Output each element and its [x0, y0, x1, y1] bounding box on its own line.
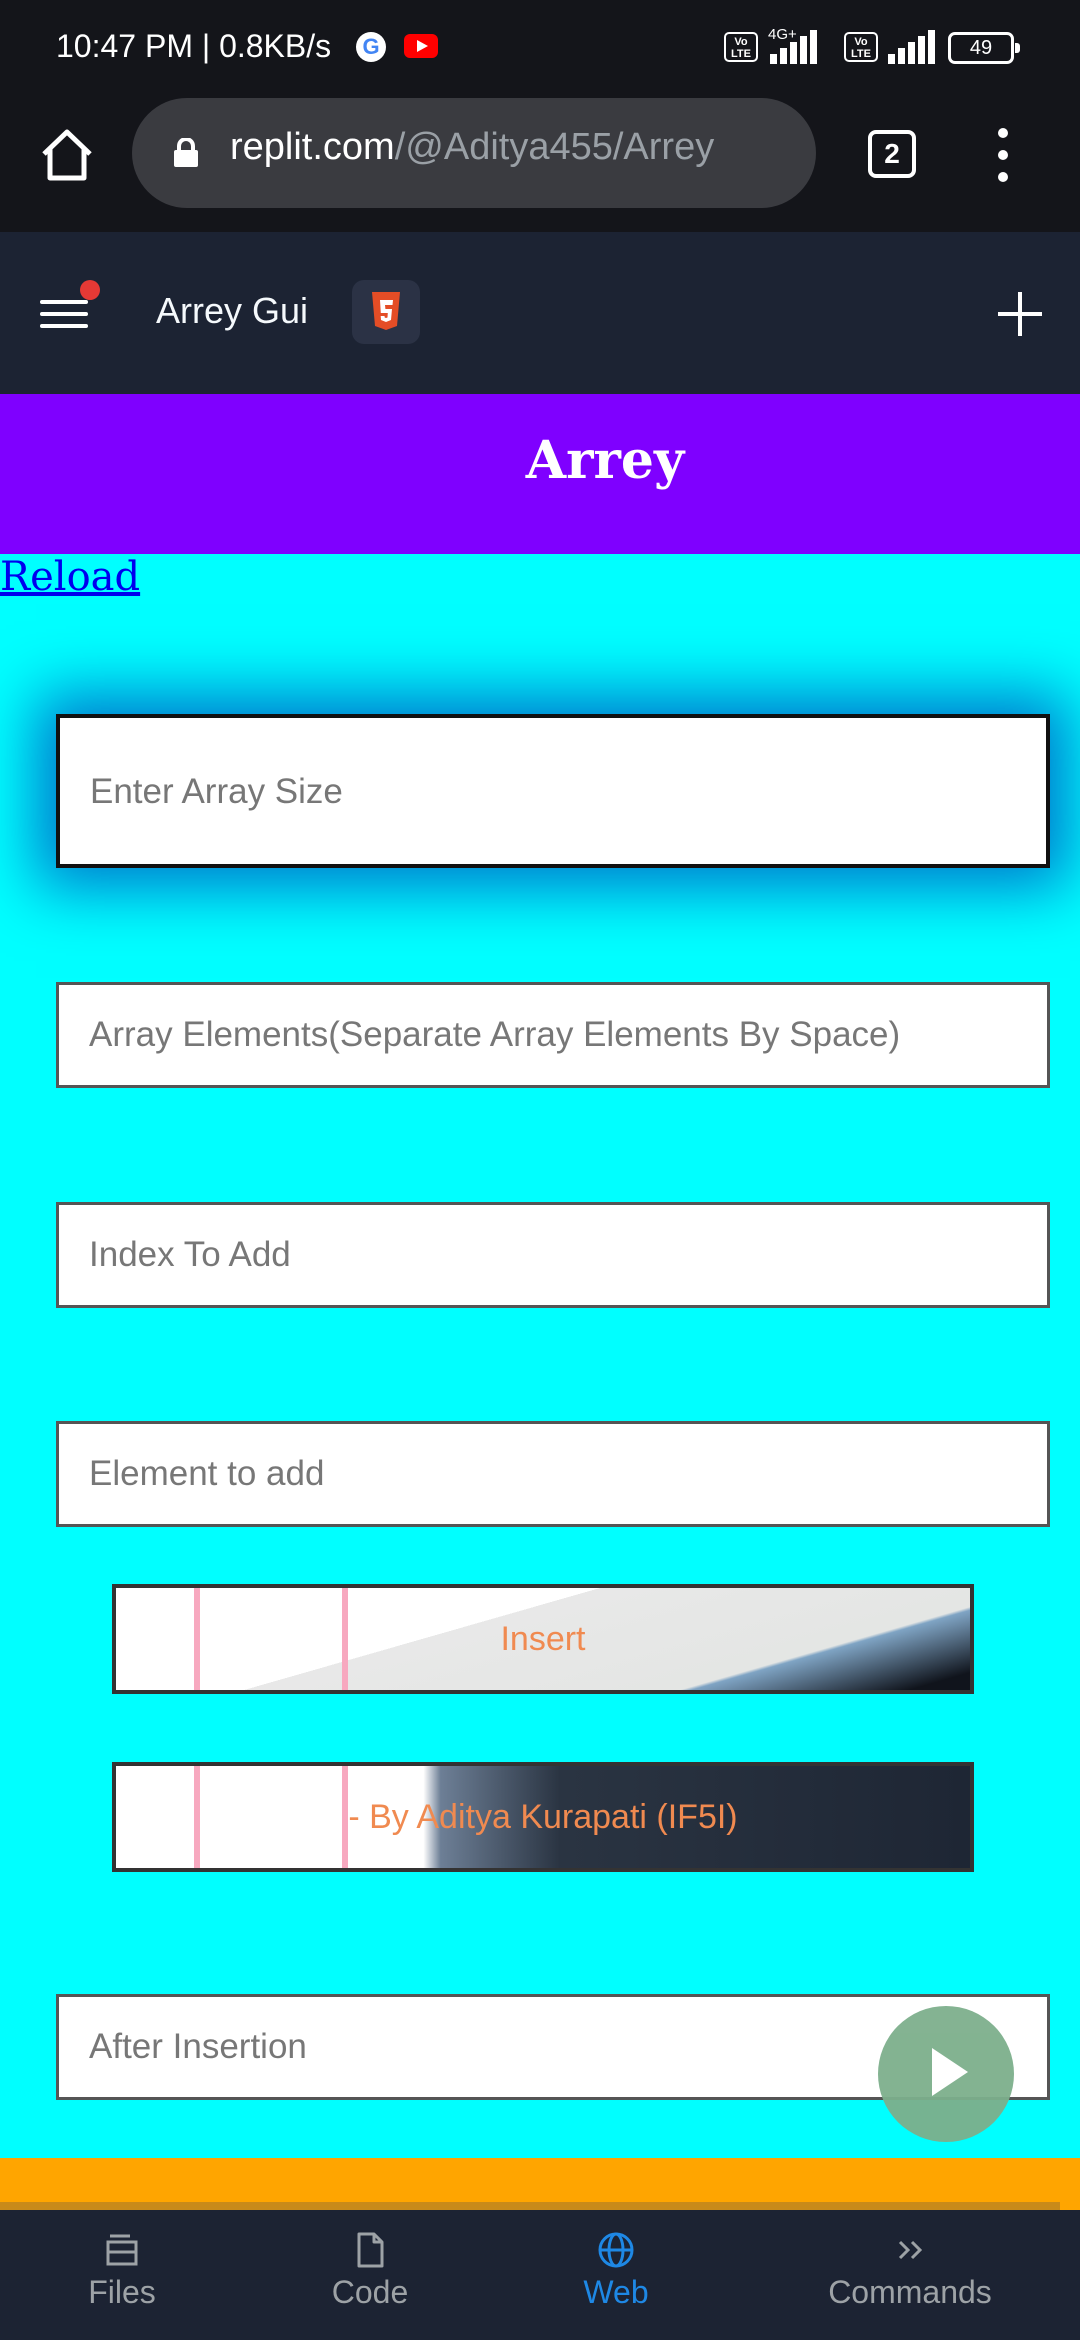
- nav-tab-commands[interactable]: Commands: [790, 2222, 1030, 2332]
- url-host: replit.com: [230, 126, 395, 168]
- more-options-icon[interactable]: [996, 128, 1010, 184]
- nav-label-web: Web: [583, 2274, 649, 2310]
- insert-button-label: Insert: [500, 1620, 586, 1658]
- signal-strength-icon-2: [888, 30, 940, 64]
- array-elements-input[interactable]: Array Elements(Separate Array Elements B…: [56, 982, 1050, 1088]
- nav-tab-code[interactable]: Code: [250, 2222, 490, 2332]
- address-bar[interactable]: replit.com/@Aditya455/Arrey: [132, 98, 816, 208]
- globe-icon: [598, 2232, 634, 2268]
- status-bar: 10:47 PM | 0.8KB/s G Vo LTE 4G+ Vo LTE 49: [0, 0, 1080, 96]
- tab-switcher-button[interactable]: 2: [868, 130, 916, 178]
- volte-icon-2: Vo LTE: [844, 32, 878, 62]
- hamburger-menu-icon[interactable]: [40, 294, 92, 334]
- url-text: replit.com/@Aditya455/Arrey: [230, 126, 800, 169]
- signal-strength-icon: [770, 30, 822, 64]
- battery-icon: 49: [948, 32, 1020, 64]
- credit-text: - By Aditya Kurapati (IF5I): [348, 1798, 738, 1836]
- replit-header: Arrey Gui: [0, 232, 1080, 394]
- notification-dot: [80, 280, 100, 300]
- youtube-icon: [404, 34, 438, 58]
- nav-label-code: Code: [331, 2274, 409, 2310]
- repl-name: Arrey Gui: [156, 290, 309, 331]
- code-file-icon: [357, 2232, 384, 2268]
- home-icon[interactable]: [38, 126, 96, 184]
- add-icon[interactable]: [998, 292, 1042, 336]
- browser-toolbar: replit.com/@Aditya455/Arrey 2: [0, 96, 1080, 232]
- page-title: Arrey: [525, 430, 685, 491]
- run-play-button[interactable]: [878, 2006, 1014, 2142]
- nav-label-commands: Commands: [828, 2274, 992, 2310]
- chevrons-right-icon: [898, 2240, 923, 2260]
- html5-icon: [352, 280, 420, 344]
- orange-footer-bar: [0, 2158, 1080, 2210]
- nav-tab-files[interactable]: Files: [2, 2222, 242, 2332]
- url-path: /@Aditya455/Arrey: [394, 126, 715, 168]
- index-to-add-input[interactable]: Index To Add: [56, 1202, 1050, 1308]
- nav-label-files: Files: [88, 2274, 156, 2310]
- reload-link[interactable]: Reload: [0, 554, 140, 600]
- bottom-navigation: Files Code Web Commands: [0, 2210, 1080, 2340]
- lock-icon: [174, 138, 198, 167]
- status-time: 10:47 PM | 0.8KB/s: [56, 28, 332, 64]
- volte-icon: Vo LTE: [724, 32, 758, 62]
- array-size-input[interactable]: Enter Array Size: [56, 714, 1050, 868]
- nav-tab-web[interactable]: Web: [496, 2222, 736, 2332]
- element-to-add-input[interactable]: Element to add: [56, 1421, 1050, 1527]
- insert-button[interactable]: Insert: [112, 1584, 974, 1694]
- page-banner: Arrey: [0, 394, 1080, 554]
- credit-banner: - By Aditya Kurapati (IF5I): [112, 1762, 974, 1872]
- google-icon: G: [356, 32, 386, 62]
- files-icon: [106, 2234, 138, 2266]
